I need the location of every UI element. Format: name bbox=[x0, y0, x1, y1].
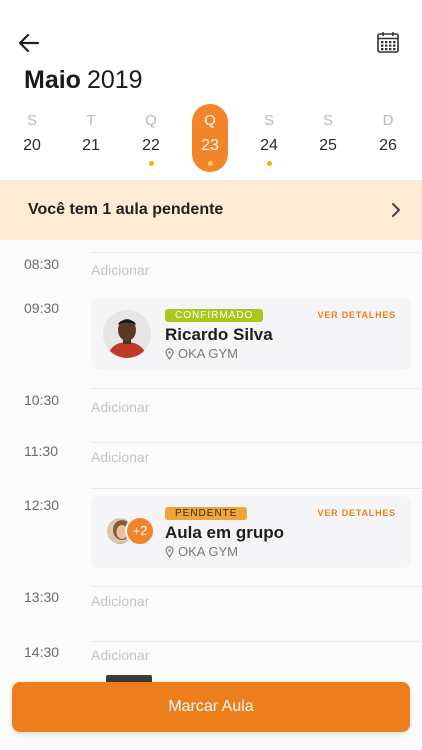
pending-lessons-banner[interactable]: Você tem 1 aula pendente bbox=[0, 180, 422, 240]
lesson-card-pending[interactable]: +2 PENDENTE Aula em grupo OKA GYM VER DE… bbox=[91, 496, 411, 568]
view-details-link[interactable]: VER DETALHES bbox=[318, 310, 396, 320]
calendar-button[interactable] bbox=[374, 28, 402, 56]
calendar-grid-icon bbox=[377, 32, 399, 53]
chevron-right-icon bbox=[392, 203, 400, 217]
status-badge: PENDENTE bbox=[165, 507, 248, 520]
location: OKA GYM bbox=[165, 544, 238, 559]
slot-time: 08:30 bbox=[24, 256, 60, 272]
day-20[interactable]: S 20 bbox=[14, 104, 50, 172]
group-extra-count: +2 bbox=[125, 516, 155, 546]
date-label: 21 bbox=[82, 137, 100, 154]
avatar bbox=[103, 310, 151, 358]
back-button[interactable] bbox=[14, 28, 44, 58]
slot-divider bbox=[91, 442, 422, 443]
weekday-label: S bbox=[26, 112, 37, 129]
month-label: Maio bbox=[24, 66, 81, 94]
year-label: 2019 bbox=[86, 66, 143, 94]
location-pin-icon bbox=[165, 347, 174, 360]
group-avatars: +2 bbox=[105, 516, 157, 548]
date-label: 26 bbox=[379, 137, 397, 154]
event-dot bbox=[148, 161, 154, 166]
weekday-label: D bbox=[382, 112, 394, 129]
slot-divider bbox=[91, 488, 422, 489]
add-lesson-link[interactable]: Adicionar bbox=[91, 262, 149, 278]
slot-time: 12:30 bbox=[24, 497, 60, 513]
weekday-label: Q bbox=[145, 112, 157, 129]
slot-time: 09:30 bbox=[24, 300, 60, 316]
date-label: 20 bbox=[23, 137, 41, 154]
week-strip: S 20 T 21 Q 22 Q 23 S 24 S 25 D 26 bbox=[0, 104, 422, 176]
day-24[interactable]: S 24 bbox=[251, 104, 287, 172]
date-label: 24 bbox=[260, 137, 278, 154]
slot-divider bbox=[91, 586, 422, 587]
location-label: OKA GYM bbox=[178, 346, 238, 361]
slot-time: 10:30 bbox=[24, 392, 60, 408]
slot-divider bbox=[91, 388, 422, 389]
slot-time: 11:30 bbox=[24, 443, 58, 459]
weekday-label: S bbox=[322, 112, 333, 129]
date-label: 22 bbox=[142, 137, 160, 154]
day-21[interactable]: T 21 bbox=[73, 104, 109, 172]
day-25[interactable]: S 25 bbox=[310, 104, 346, 172]
top-bar bbox=[0, 0, 422, 70]
status-badge: CONFIRMADO bbox=[165, 309, 264, 322]
weekday-label: Q bbox=[204, 112, 216, 129]
location-label: OKA GYM bbox=[178, 544, 238, 559]
add-lesson-link[interactable]: Adicionar bbox=[91, 647, 149, 663]
book-lesson-button[interactable]: Marcar Aula bbox=[12, 682, 410, 732]
lesson-card-confirmed[interactable]: CONFIRMADO Ricardo Silva OKA GYM VER DET… bbox=[91, 298, 411, 370]
date-label: 23 bbox=[201, 137, 219, 154]
book-lesson-label: Marcar Aula bbox=[168, 698, 254, 715]
day-23-selected[interactable]: Q 23 bbox=[192, 104, 228, 172]
weekday-label: T bbox=[86, 112, 96, 129]
slot-time: 13:30 bbox=[24, 589, 60, 605]
day-26[interactable]: D 26 bbox=[370, 104, 406, 172]
event-dot bbox=[266, 161, 272, 166]
add-lesson-link[interactable]: Adicionar bbox=[91, 399, 149, 415]
date-label: 25 bbox=[319, 137, 337, 154]
event-dot bbox=[30, 161, 35, 166]
day-22[interactable]: Q 22 bbox=[133, 104, 169, 172]
location: OKA GYM bbox=[165, 346, 238, 361]
add-lesson-link[interactable]: Adicionar bbox=[91, 593, 149, 609]
slot-divider bbox=[91, 641, 422, 642]
slot-divider bbox=[91, 252, 422, 253]
location-pin-icon bbox=[165, 545, 174, 558]
event-dot bbox=[89, 161, 94, 166]
event-dot bbox=[326, 161, 331, 166]
month-title: Maio 2019 bbox=[24, 66, 143, 95]
instructor-name: Ricardo Silva bbox=[165, 325, 273, 344]
event-dot bbox=[207, 161, 213, 166]
arrow-left-icon bbox=[18, 33, 40, 53]
schedule-list: 08:30 Adicionar 09:30 CONFIRMADO Ricardo… bbox=[0, 240, 422, 750]
pending-banner-text: Você tem 1 aula pendente bbox=[28, 201, 224, 218]
weekday-label: S bbox=[263, 112, 274, 129]
event-dot bbox=[386, 161, 391, 166]
lesson-name: Aula em grupo bbox=[165, 523, 285, 542]
add-lesson-link[interactable]: Adicionar bbox=[91, 449, 149, 465]
view-details-link[interactable]: VER DETALHES bbox=[318, 508, 396, 518]
slot-time: 14:30 bbox=[24, 644, 60, 660]
